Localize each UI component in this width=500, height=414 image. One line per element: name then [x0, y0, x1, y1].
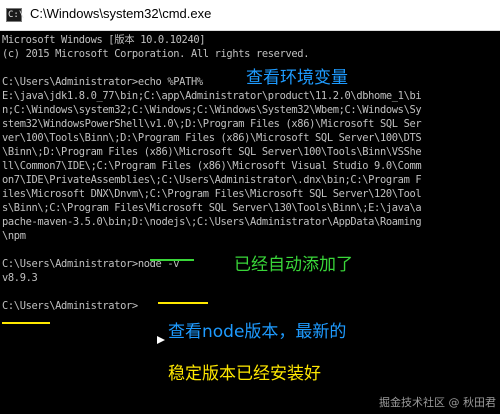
console-line: v8.9.3: [2, 272, 38, 284]
console-line: ver\100\Tools\Binn\;D:\Program Files (x8…: [2, 132, 422, 144]
cmd-window: C:\ C:\Windows\system32\cmd.exe Microsof…: [0, 0, 500, 414]
console-line: n;C:\Windows\system32;C:\Windows;C:\Wind…: [2, 104, 422, 116]
annotation-view-path: 查看环境变量: [246, 68, 348, 88]
annotation-node-version-line2: 稳定版本已经安装好: [168, 364, 321, 384]
console-line: stem32\WindowsPowerShell\v1.0\;D:\Progra…: [2, 118, 422, 130]
nodejs-path-underline: [150, 259, 194, 261]
node-version-underline: [2, 322, 50, 324]
mouse-cursor-icon: [157, 336, 165, 344]
cmd-app-icon[interactable]: C:\: [6, 8, 24, 22]
console-line: ll\Common7\IDE\;C:\Program Files (x86)\M…: [2, 160, 422, 172]
console-line: C:\Users\Administrator>: [2, 300, 138, 312]
console-line: E:\java\jdk1.8.0_77\bin;C:\app\Administr…: [2, 90, 422, 102]
watermark: 掘金技术社区 @ 秋田君: [379, 396, 496, 409]
title-bar[interactable]: C:\ C:\Windows\system32\cmd.exe: [0, 0, 500, 31]
console-line: s\Binn\;C:\Program Files\Microsoft SQL S…: [2, 202, 422, 214]
console-line: C:\Users\Administrator>echo %PATH%: [2, 76, 203, 88]
console-line: iles\Microsoft DNX\Dnvm\;C:\Program File…: [2, 188, 422, 200]
console-output[interactable]: Microsoft Windows [版本 10.0.10240] (c) 20…: [0, 31, 500, 414]
console-line: Microsoft Windows [版本 10.0.10240]: [2, 34, 206, 46]
console-line: \npm: [2, 230, 26, 242]
window-title: C:\Windows\system32\cmd.exe: [30, 6, 212, 21]
console-line: (c) 2015 Microsoft Corporation. All righ…: [2, 48, 310, 60]
annotation-node-version-line1: 查看node版本，最新的: [168, 322, 347, 342]
console-line: \Binn\;D:\Program Files (x86)\Microsoft …: [2, 146, 422, 158]
console-line: on7\IDE\PrivateAssemblies\;C:\Users\Admi…: [2, 174, 422, 186]
annotation-auto-added: 已经自动添加了: [234, 255, 353, 275]
node-command-underline: [158, 302, 208, 304]
console-line: pache-maven-3.5.0\bin;D:\nodejs\;C:\User…: [2, 216, 422, 228]
